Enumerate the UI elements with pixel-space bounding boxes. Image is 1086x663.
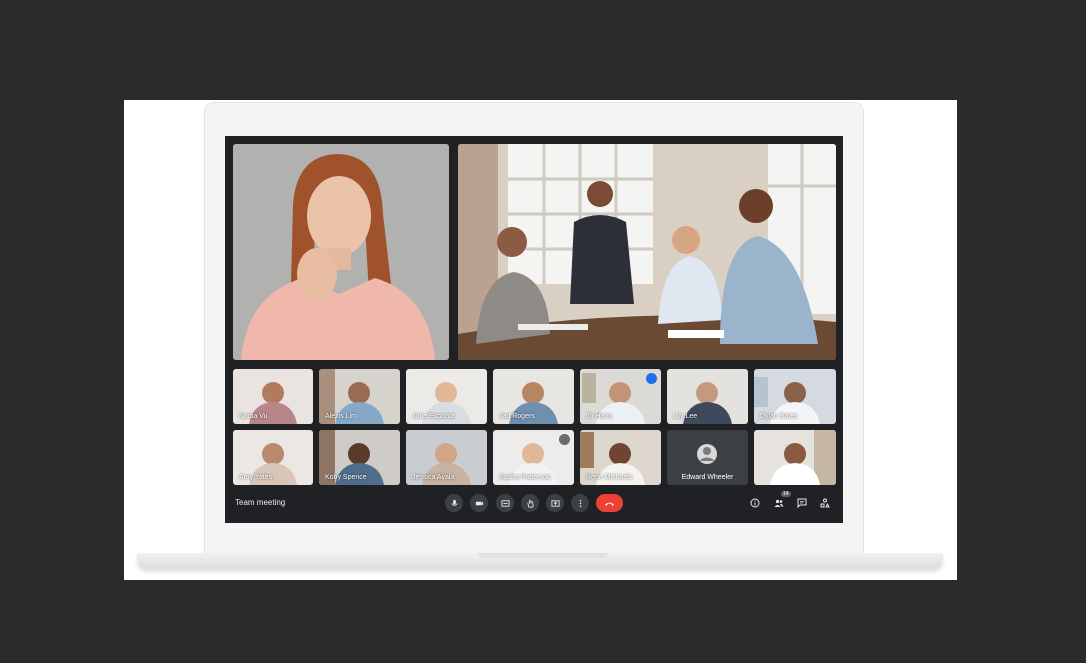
participant-tile[interactable]: Amy Yates	[233, 430, 313, 485]
laptop-base-notch	[478, 553, 608, 558]
participant-name: Dylan Bates	[760, 413, 798, 420]
raise-hand-icon	[526, 499, 534, 508]
participant-tile[interactable]: Sasha Patterson	[493, 430, 574, 485]
mic-button[interactable]	[445, 494, 463, 512]
meeting-title: Team meeting	[235, 498, 286, 507]
present-icon	[550, 499, 560, 507]
participant-name: Jessica Ayala	[412, 474, 455, 481]
activities-icon	[820, 498, 830, 507]
participant-name: Jane Esparza	[412, 413, 455, 420]
hang-up-icon	[604, 502, 615, 506]
chat-icon	[797, 498, 806, 508]
muted-icon	[559, 434, 570, 445]
more-options-button[interactable]	[571, 494, 589, 512]
participant-name: Koby Spence	[325, 474, 367, 481]
mic-icon	[450, 499, 458, 506]
captions-button[interactable]	[496, 494, 514, 512]
participant-name: Lily Lee	[673, 413, 698, 420]
participant-tile[interactable]: Koby Spence	[319, 430, 400, 485]
people-button[interactable]	[773, 497, 784, 508]
participant-tile[interactable]: Jad Rogers	[493, 369, 574, 424]
activities-button[interactable]	[819, 497, 830, 508]
camera-button[interactable]	[470, 494, 488, 512]
participant-video	[754, 430, 836, 485]
muted-icon	[733, 434, 744, 445]
participant-name: Alexis Lim	[325, 413, 357, 420]
participant-tile[interactable]: Jessica Ayala	[406, 430, 487, 485]
present-button[interactable]	[546, 494, 564, 512]
raise-hand-button[interactable]	[521, 494, 539, 512]
participant-tile[interactable]: Alexis Lim	[319, 369, 400, 424]
speaker-video	[233, 144, 449, 360]
meeting-details-button[interactable]	[749, 497, 760, 508]
participant-name: Jad Rogers	[499, 413, 535, 420]
participant-name: Amy Yates	[239, 474, 273, 481]
info-icon	[750, 498, 759, 507]
participant-tile[interactable]: Rene Michaels	[580, 430, 661, 485]
participant-tile[interactable]: Lily Lee	[667, 369, 748, 424]
meet-screen: Nadia Vu Alexis Lim Jane Esparza Jad Rog…	[225, 136, 843, 523]
participant-name: Sasha Patterson	[499, 474, 551, 481]
participant-name: Rene Michaels	[586, 474, 633, 481]
participant-count-badge: 14	[781, 491, 791, 497]
main-speaker-tile[interactable]	[233, 144, 449, 360]
speaking-indicator-icon	[646, 373, 657, 384]
participant-tile[interactable]	[754, 430, 836, 485]
participant-tile[interactable]: Jane Esparza	[406, 369, 487, 424]
captions-icon	[500, 499, 510, 507]
participant-name: Jo Hana	[586, 413, 613, 420]
group-room-tile[interactable]	[458, 144, 836, 360]
chat-button[interactable]	[796, 497, 807, 508]
leave-call-button[interactable]	[596, 494, 623, 512]
participant-tile[interactable]: Jo Hana	[580, 369, 661, 424]
more-options-icon	[579, 499, 581, 507]
participant-name: Nadia Vu	[239, 413, 268, 420]
participant-tile[interactable]: Dylan Bates	[754, 369, 836, 424]
participant-name: Edward Wheeler	[681, 474, 734, 481]
people-icon	[774, 499, 783, 507]
group-video	[458, 144, 836, 360]
participant-tile-avatar[interactable]: Edward Wheeler	[667, 430, 748, 485]
participant-tile[interactable]: Nadia Vu	[233, 369, 313, 424]
camera-icon	[475, 501, 483, 505]
